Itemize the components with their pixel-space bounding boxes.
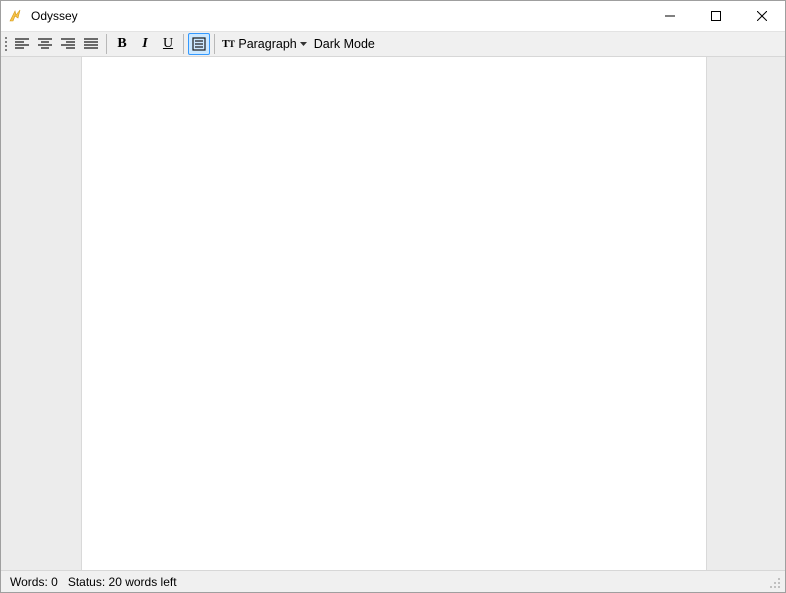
- app-icon: [1, 8, 29, 24]
- status-label: Status:: [68, 575, 105, 589]
- toolbar-separator: [214, 34, 215, 54]
- align-justify-button[interactable]: [80, 33, 102, 55]
- toolbar-separator: [106, 34, 107, 54]
- status-bar: Words: 0 Status: 20 words left: [1, 570, 785, 592]
- bold-icon: B: [117, 36, 126, 52]
- toolbar-separator: [183, 34, 184, 54]
- bold-button[interactable]: B: [111, 33, 133, 55]
- align-justify-icon: [84, 38, 98, 50]
- italic-icon: I: [142, 36, 147, 52]
- window-title: Odyssey: [29, 9, 78, 23]
- document-page[interactable]: [82, 57, 706, 570]
- title-bar: Odyssey: [1, 1, 785, 31]
- status-value: 20 words left: [109, 575, 177, 589]
- close-button[interactable]: [739, 1, 785, 31]
- style-dropdown-label: Paragraph: [238, 37, 296, 51]
- underline-icon: U: [163, 36, 173, 52]
- focus-mode-icon: [192, 37, 206, 51]
- maximize-button[interactable]: [693, 1, 739, 31]
- toolbar: B I U TT Paragraph Dark Mode: [1, 31, 785, 57]
- status-message: Status: 20 words left: [63, 575, 182, 589]
- align-right-button[interactable]: [57, 33, 79, 55]
- underline-button[interactable]: U: [157, 33, 179, 55]
- align-right-icon: [61, 38, 75, 50]
- document-area: [1, 57, 785, 570]
- words-label: Words:: [10, 575, 48, 589]
- word-count: Words: 0: [5, 575, 63, 589]
- font-size-icon: TT: [222, 38, 234, 50]
- resize-grip-icon[interactable]: [767, 575, 781, 589]
- words-value: 0: [51, 575, 58, 589]
- align-center-icon: [38, 38, 52, 50]
- app-window: Odyssey: [0, 0, 786, 593]
- dark-mode-label: Dark Mode: [314, 37, 375, 51]
- italic-button[interactable]: I: [134, 33, 156, 55]
- align-center-button[interactable]: [34, 33, 56, 55]
- dark-mode-button[interactable]: Dark Mode: [311, 33, 378, 55]
- style-dropdown[interactable]: TT Paragraph: [219, 33, 310, 55]
- toolbar-grip: [3, 34, 9, 54]
- align-left-button[interactable]: [11, 33, 33, 55]
- chevron-down-icon: [300, 42, 307, 46]
- minimize-button[interactable]: [647, 1, 693, 31]
- focus-mode-button[interactable]: [188, 33, 210, 55]
- align-left-icon: [15, 38, 29, 50]
